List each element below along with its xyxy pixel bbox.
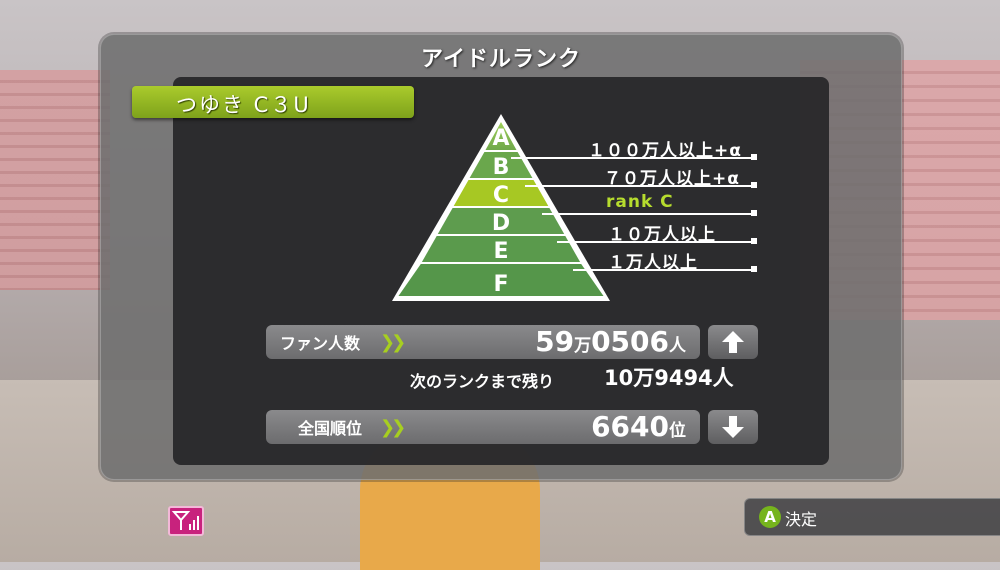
tier-letter-f: F — [493, 272, 508, 297]
fan-count-value: 59万0506人 — [535, 325, 686, 358]
a-button-icon: A — [759, 506, 781, 528]
rank-line-c — [542, 213, 753, 215]
arrow-down-icon — [722, 416, 744, 438]
rank-pyramid: A B C D E F — [392, 114, 610, 301]
rank-label-b: ７０万人以上+α — [604, 169, 740, 189]
signal-icon — [168, 506, 204, 536]
rank-dot-b — [751, 182, 757, 188]
fan-count-unit-man: 万 — [574, 336, 592, 356]
rank-label-e: １万人以上 — [608, 253, 698, 273]
next-rank-value: 10万9494人 — [604, 366, 734, 390]
tier-letter-b: B — [493, 155, 510, 180]
national-rank-label: 全国順位 — [298, 419, 363, 438]
next-rank-label: 次のランクまで残り — [410, 372, 555, 391]
fan-count-label: ファン人数 — [280, 334, 361, 353]
double-chevron-right-icon: ❯❯ — [380, 332, 406, 353]
background-window-blinds-left — [0, 70, 110, 290]
fan-trend-indicator — [708, 325, 758, 359]
current-rank-label: rank C — [606, 192, 674, 212]
tier-letter-a: A — [492, 126, 509, 151]
national-rank-value: 6640位 — [591, 410, 686, 443]
idol-name: つゆき C３U — [176, 93, 311, 117]
fan-count-main: 59 — [535, 325, 575, 358]
national-rank-unit: 位 — [669, 421, 686, 441]
tier-letter-c: C — [493, 183, 509, 208]
tier-letter-e: E — [493, 239, 508, 264]
national-rank-bar: 全国順位 ❯❯ 6640位 — [266, 410, 700, 444]
confirm-label: 決定 — [785, 510, 818, 529]
rank-label-a: １００万人以上+α — [588, 141, 742, 161]
double-chevron-right-icon: ❯❯ — [380, 417, 406, 438]
confirm-button[interactable]: A 決定 — [744, 498, 1000, 536]
arrow-up-icon — [722, 331, 744, 353]
rank-dot-a — [751, 154, 757, 160]
idol-name-tab: つゆき C３U — [132, 86, 414, 118]
rank-dot-d — [751, 238, 757, 244]
rank-trend-indicator — [708, 410, 758, 444]
rank-label-d: １０万人以上 — [608, 225, 716, 245]
tier-letter-d: D — [492, 211, 510, 236]
fan-count-unit-nin: 人 — [669, 336, 686, 356]
rank-dot-c — [751, 210, 757, 216]
fan-count-bar: ファン人数 ❯❯ 59万0506人 — [266, 325, 700, 359]
rank-dot-e — [751, 266, 757, 272]
national-rank-number: 6640 — [591, 410, 669, 443]
panel-title: アイドルランク — [421, 47, 581, 72]
fan-count-rest: 0506 — [591, 325, 669, 358]
